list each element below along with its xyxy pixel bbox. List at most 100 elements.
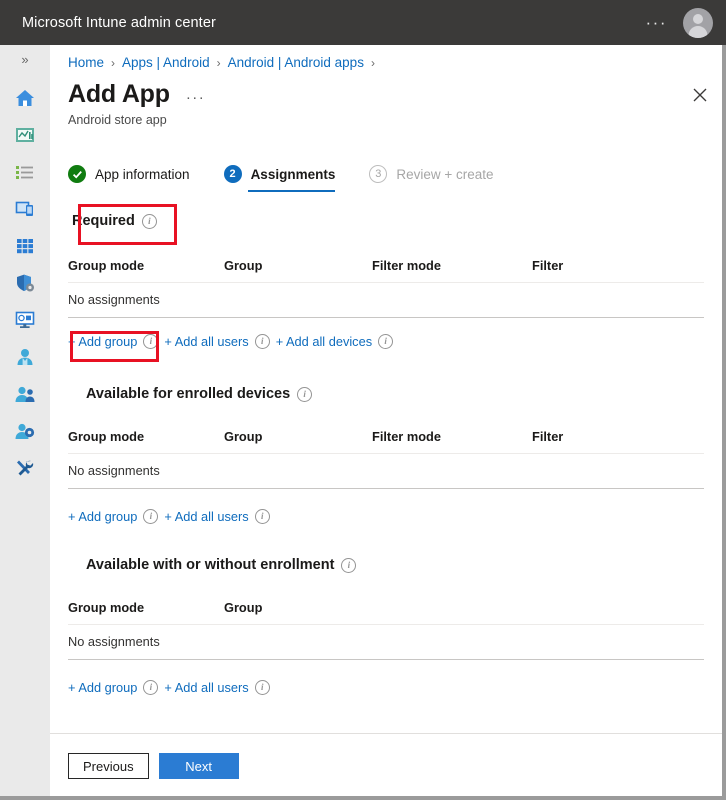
title-bar: Microsoft Intune admin center ···: [0, 0, 726, 45]
sidebar-item-apps[interactable]: [0, 227, 50, 264]
assignments-table-required: Group mode Group Filter mode Filter No a…: [68, 258, 704, 318]
add-group-link[interactable]: + Add group: [68, 334, 137, 349]
sidebar-item-all-services[interactable]: [0, 153, 50, 190]
tools-icon: [14, 458, 36, 478]
step-number-badge: 3: [369, 165, 387, 183]
title-bar-actions: ···: [642, 8, 713, 38]
tab-label: Assignments: [251, 167, 336, 182]
column-header-group-mode: Group mode: [68, 429, 224, 444]
tab-label: Review + create: [396, 167, 493, 182]
column-header-filter: Filter: [532, 258, 704, 273]
section-heading-available-any: Available with or without enrollment i: [86, 557, 356, 573]
window-right-edge: [722, 45, 726, 800]
tab-label: App information: [95, 167, 190, 182]
empty-state-text: No assignments: [68, 463, 224, 478]
tab-review-create[interactable]: 3 Review + create: [369, 165, 493, 192]
column-header-filter: Filter: [532, 429, 704, 444]
table-header-row: Group mode Group Filter mode Filter: [68, 429, 704, 454]
sidebar-item-tenant-administration[interactable]: [0, 412, 50, 449]
apps-icon: [15, 236, 35, 256]
more-options-icon[interactable]: ···: [642, 18, 671, 28]
dashboard-icon: [14, 125, 36, 145]
table-header-row: Group mode Group Filter mode Filter: [68, 258, 704, 283]
breadcrumb-separator-icon: ›: [217, 56, 221, 70]
info-icon[interactable]: i: [143, 680, 158, 695]
page-subtitle: Android store app: [68, 113, 167, 127]
info-icon[interactable]: i: [255, 334, 270, 349]
empty-state-text: No assignments: [68, 292, 224, 307]
step-number-badge: 2: [224, 165, 242, 183]
breadcrumb-item-apps-android[interactable]: Apps | Android: [122, 55, 210, 70]
home-icon: [14, 88, 36, 108]
section-title-text: Required: [72, 213, 135, 229]
add-all-users-link[interactable]: + Add all users: [164, 334, 248, 349]
previous-button[interactable]: Previous: [68, 753, 149, 779]
info-icon[interactable]: i: [142, 214, 157, 229]
table-row-empty: No assignments: [68, 625, 704, 660]
sidebar-item-devices[interactable]: [0, 190, 50, 227]
left-navigation-rail: »: [0, 45, 50, 800]
sidebar-item-endpoint-security[interactable]: [0, 264, 50, 301]
section-heading-available-enrolled: Available for enrolled devices i: [86, 386, 312, 402]
breadcrumb-item-home[interactable]: Home: [68, 55, 104, 70]
section-title-text: Available for enrolled devices: [86, 386, 290, 402]
column-header-filter-mode: Filter mode: [372, 429, 532, 444]
close-glyph: [693, 88, 707, 102]
sidebar-item-troubleshooting-support[interactable]: [0, 449, 50, 486]
column-header-group: Group: [224, 600, 444, 615]
wizard-steps: App information 2 Assignments 3 Review +…: [68, 165, 528, 192]
column-header-group: Group: [224, 258, 372, 273]
assignments-table-available-enrolled: Group mode Group Filter mode Filter No a…: [68, 429, 704, 489]
table-header-row: Group mode Group: [68, 600, 704, 625]
info-icon[interactable]: i: [255, 509, 270, 524]
expand-rail-icon[interactable]: »: [0, 52, 50, 67]
assignments-table-available-any: Group mode Group No assignments: [68, 600, 704, 660]
tab-app-information[interactable]: App information: [68, 165, 190, 192]
breadcrumb: Home › Apps | Android › Android | Androi…: [68, 55, 382, 70]
info-icon[interactable]: i: [143, 334, 158, 349]
footer-divider: [50, 733, 726, 734]
info-icon[interactable]: i: [297, 387, 312, 402]
shield-gear-icon: [14, 273, 36, 293]
window-bottom-edge: [0, 796, 726, 800]
avatar[interactable]: [683, 8, 713, 38]
close-icon[interactable]: [688, 83, 712, 107]
column-header-group-mode: Group mode: [68, 600, 224, 615]
wizard-footer: Previous Next: [68, 753, 239, 779]
info-icon[interactable]: i: [143, 509, 158, 524]
sidebar-item-groups[interactable]: [0, 375, 50, 412]
sidebar-item-home[interactable]: [0, 79, 50, 116]
all-services-icon: [14, 163, 36, 181]
tab-assignments[interactable]: 2 Assignments: [224, 165, 336, 192]
info-icon[interactable]: i: [341, 558, 356, 573]
add-group-link[interactable]: + Add group: [68, 509, 137, 524]
column-header-group: Group: [224, 429, 372, 444]
groups-icon: [14, 384, 36, 404]
info-icon[interactable]: i: [255, 680, 270, 695]
intune-admin-center-window: Microsoft Intune admin center ··· »: [0, 0, 726, 800]
sidebar-item-reports[interactable]: [0, 301, 50, 338]
page-header: Add App ···: [68, 80, 205, 109]
user-gear-icon: [14, 421, 36, 441]
check-glyph: [72, 169, 83, 180]
table-row-empty: No assignments: [68, 454, 704, 489]
monitor-report-icon: [14, 310, 36, 330]
sidebar-item-dashboard[interactable]: [0, 116, 50, 153]
check-circle-icon: [68, 165, 86, 183]
add-all-users-link[interactable]: + Add all users: [164, 680, 248, 695]
table-row-empty: No assignments: [68, 283, 704, 318]
next-button[interactable]: Next: [159, 753, 239, 779]
add-all-users-link[interactable]: + Add all users: [164, 509, 248, 524]
breadcrumb-item-android-android-apps[interactable]: Android | Android apps: [228, 55, 364, 70]
sidebar-item-users[interactable]: [0, 338, 50, 375]
rail-icon-list: [0, 79, 50, 486]
actions-required: + Add group i + Add all users i + Add al…: [68, 334, 399, 349]
page-title: Add App: [68, 80, 170, 109]
page-more-options-icon[interactable]: ···: [186, 94, 206, 102]
add-all-devices-link[interactable]: + Add all devices: [276, 334, 372, 349]
info-icon[interactable]: i: [378, 334, 393, 349]
blade-content: Home › Apps | Android › Android | Androi…: [50, 45, 726, 800]
actions-available-enrolled: + Add group i + Add all users i: [68, 509, 276, 524]
devices-icon: [14, 199, 36, 219]
add-group-link[interactable]: + Add group: [68, 680, 137, 695]
